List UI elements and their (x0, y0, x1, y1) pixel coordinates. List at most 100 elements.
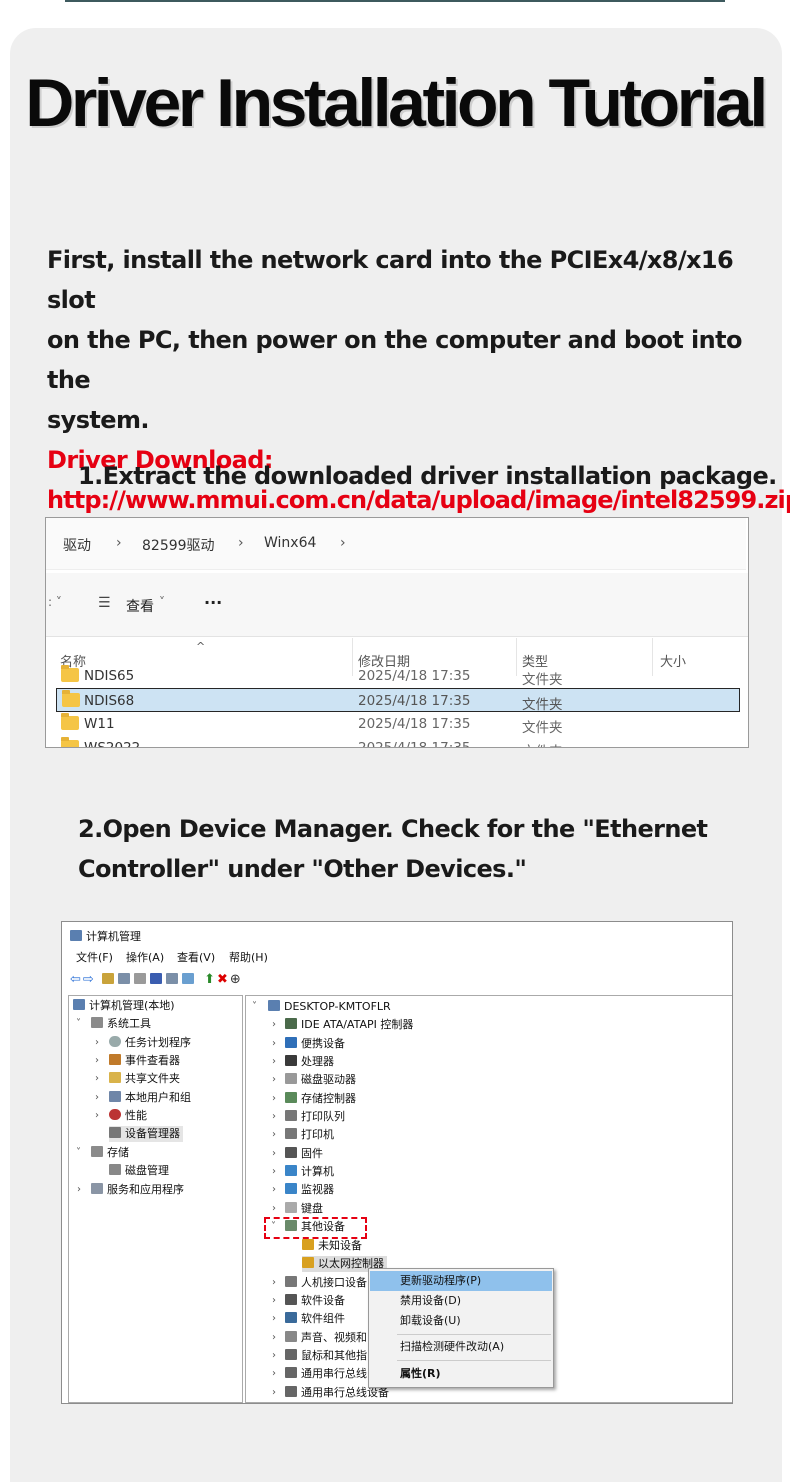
device-category[interactable]: 打印机 (285, 1127, 334, 1143)
device-category[interactable]: 监视器 (285, 1182, 334, 1198)
more-options-button[interactable]: ··· (204, 593, 222, 612)
chevron-down-icon[interactable]: ˅ (76, 1018, 81, 1029)
device-category[interactable]: 鼠标和其他指 (285, 1348, 367, 1364)
folder-icon (62, 690, 80, 707)
chevron-right-icon[interactable]: › (272, 1350, 276, 1361)
tree-item-local-users[interactable]: 本地用户和组 (109, 1090, 191, 1106)
chevron-right-icon[interactable]: › (272, 1038, 276, 1049)
tree-item-shared-folders[interactable]: 共享文件夹 (109, 1071, 180, 1087)
view-icon[interactable] (165, 973, 178, 984)
menu-divider (397, 1334, 551, 1335)
chevron-right-icon[interactable]: › (272, 1184, 276, 1195)
device-category[interactable]: 便携设备 (285, 1036, 345, 1052)
add-driver-icon[interactable]: ⬆ (204, 972, 217, 987)
folder-up-icon[interactable] (101, 973, 114, 984)
tree-item-system-tools[interactable]: 系统工具 (91, 1016, 151, 1032)
file-name: W11 (84, 716, 115, 732)
device-manager-screenshot: 计算机管理 文件(F) 操作(A) 查看(V) 帮助(H) ⇦⇨ ⬆✖⊕ 计算机… (61, 921, 733, 1404)
folder-icon (61, 713, 79, 730)
chevron-right-icon[interactable]: › (95, 1055, 99, 1066)
chevron-right-icon[interactable]: › (272, 1332, 276, 1343)
file-explorer-screenshot: 驱动 › 82599驱动 › Winx64 › : ˅ ☰ 查看 ˅ ··· 名… (45, 517, 749, 748)
device-category[interactable]: 人机接口设备 (285, 1275, 367, 1291)
forward-arrow-icon[interactable]: ⇨ (83, 972, 96, 987)
chevron-right-icon[interactable]: › (272, 1129, 276, 1140)
chevron-right-icon[interactable]: › (272, 1387, 276, 1398)
chevron-right-icon[interactable]: › (272, 1019, 276, 1030)
device-category[interactable]: 软件组件 (285, 1311, 345, 1327)
software-device-icon (285, 1294, 297, 1305)
back-arrow-icon[interactable]: ⇦ (70, 972, 83, 987)
list-item[interactable]: W11 2025/4/18 17:35 文件夹 (56, 712, 740, 736)
device-category[interactable]: 处理器 (285, 1054, 334, 1070)
properties-icon[interactable] (133, 973, 146, 984)
chevron-right-icon[interactable]: › (272, 1203, 276, 1214)
chevron-right-icon[interactable]: › (95, 1110, 99, 1121)
device-category[interactable]: 磁盘驱动器 (285, 1072, 356, 1088)
monitor-icon[interactable] (181, 973, 194, 984)
folder-icon (61, 737, 79, 747)
chevron-right-icon[interactable]: › (77, 1184, 81, 1195)
chevron-right-icon[interactable]: › (95, 1073, 99, 1084)
device-category[interactable]: IDE ATA/ATAPI 控制器 (285, 1017, 413, 1033)
chevron-right-icon[interactable]: › (272, 1295, 276, 1306)
chevron-right-icon[interactable]: › (272, 1277, 276, 1288)
device-unknown[interactable]: 未知设备 (302, 1238, 362, 1254)
window-title: 计算机管理 (70, 929, 141, 945)
menu-file[interactable]: 文件(F) (76, 950, 113, 966)
menu-item-scan-hardware[interactable]: 扫描检测硬件改动(A) (370, 1337, 552, 1357)
print-queue-icon (285, 1110, 297, 1121)
breadcrumb-item[interactable]: Winx64 (264, 535, 316, 551)
device-category[interactable]: 固件 (285, 1146, 323, 1162)
list-item-selected[interactable]: NDIS68 2025/4/18 17:35 文件夹 (56, 688, 740, 713)
chevron-right-icon[interactable]: › (95, 1092, 99, 1103)
chevron-right-icon[interactable]: › (95, 1037, 99, 1048)
device-category[interactable]: 键盘 (285, 1201, 323, 1217)
download-icon[interactable]: ⊕ (230, 972, 243, 987)
device-category[interactable]: 声音、视频和 (285, 1330, 367, 1346)
chevron-right-icon[interactable]: › (272, 1166, 276, 1177)
menu-action[interactable]: 操作(A) (126, 950, 164, 966)
menu-help[interactable]: 帮助(H) (229, 950, 268, 966)
tree-item-task-scheduler[interactable]: 任务计划程序 (109, 1035, 191, 1051)
chevron-down-icon[interactable]: ˅ (252, 1001, 257, 1012)
menu-item-update-driver[interactable]: 更新驱动程序(P) (370, 1271, 552, 1291)
menu-item-disable-device[interactable]: 禁用设备(D) (370, 1291, 552, 1311)
device-category[interactable]: 通用串行总线 (285, 1366, 367, 1382)
device-category[interactable]: 打印队列 (285, 1109, 345, 1125)
uninstall-icon[interactable]: ✖ (217, 972, 230, 987)
device-category[interactable]: 存储控制器 (285, 1091, 356, 1107)
list-item[interactable]: WS2022 2025/4/18 17:35 文件夹 (56, 736, 740, 747)
tree-item-computer[interactable]: DESKTOP-KMTOFLR (268, 999, 391, 1015)
tree-item-disk-management[interactable]: 磁盘管理 (109, 1163, 169, 1179)
tree-item-storage[interactable]: 存储 (91, 1145, 129, 1161)
menu-view[interactable]: 查看(V) (177, 950, 215, 966)
menu-item-properties[interactable]: 属性(R) (370, 1364, 552, 1384)
chevron-right-icon[interactable]: › (272, 1074, 276, 1085)
monitor-icon (285, 1183, 297, 1194)
view-button[interactable]: 查看 (126, 596, 154, 616)
device-category[interactable]: 计算机 (285, 1164, 334, 1180)
tree-item-performance[interactable]: 性能 (109, 1108, 147, 1124)
tree-item-event-viewer[interactable]: 事件查看器 (109, 1053, 180, 1069)
sort-dropdown-icon[interactable]: : ˅ (48, 595, 62, 609)
list-item[interactable]: NDIS65 2025/4/18 17:35 文件夹 (56, 664, 740, 688)
tree-item-root[interactable]: 计算机管理(本地) (73, 998, 175, 1014)
menu-item-uninstall-device[interactable]: 卸载设备(U) (370, 1311, 552, 1331)
chevron-right-icon[interactable]: › (272, 1313, 276, 1324)
chevron-down-icon[interactable]: ˅ (76, 1147, 81, 1158)
help-icon[interactable] (149, 973, 162, 984)
file-date: 2025/4/18 17:35 (358, 716, 471, 732)
show-hide-tree-icon[interactable] (117, 973, 130, 984)
tree-item-services[interactable]: 服务和应用程序 (91, 1182, 184, 1198)
view-lines-icon: ☰ (98, 595, 111, 611)
chevron-right-icon[interactable]: › (272, 1056, 276, 1067)
breadcrumb-item[interactable]: 82599驱动 (142, 535, 215, 555)
chevron-right-icon[interactable]: › (272, 1111, 276, 1122)
chevron-right-icon[interactable]: › (272, 1093, 276, 1104)
tree-item-device-manager[interactable]: 设备管理器 (109, 1126, 183, 1142)
breadcrumb-item[interactable]: 驱动 (63, 535, 91, 555)
device-category[interactable]: 软件设备 (285, 1293, 345, 1309)
chevron-right-icon[interactable]: › (272, 1148, 276, 1159)
chevron-right-icon[interactable]: › (272, 1368, 276, 1379)
